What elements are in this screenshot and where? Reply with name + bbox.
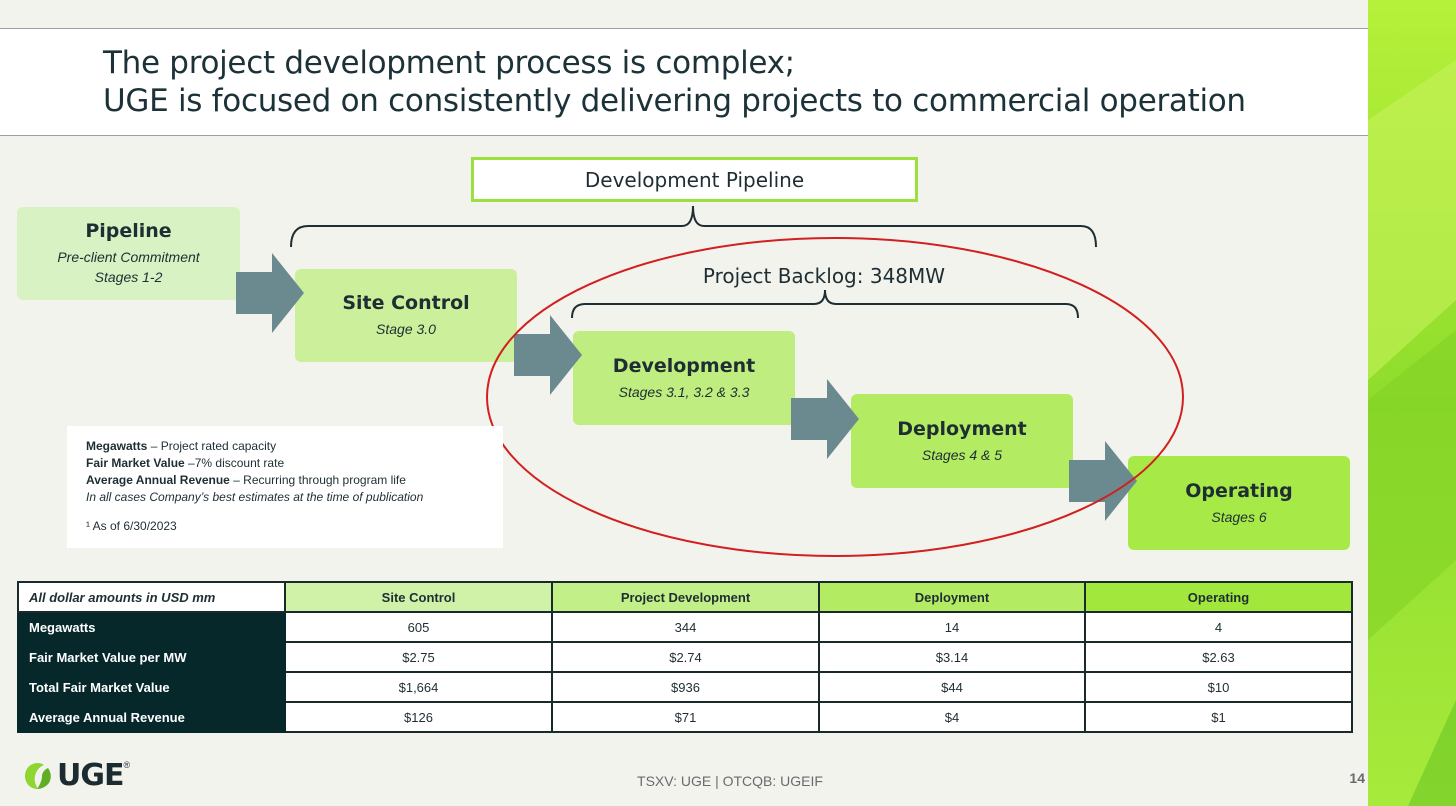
- slide-title-line-1: The project development process is compl…: [103, 45, 795, 81]
- table-cell: 4: [1084, 611, 1353, 643]
- logo-wordmark: UGE: [57, 758, 124, 793]
- table-cell: $2.75: [284, 641, 553, 673]
- development-pipeline-bracket: [290, 205, 1097, 248]
- stage-name: Site Control: [342, 292, 470, 314]
- development-pipeline-header: Development Pipeline: [471, 157, 918, 202]
- project-backlog-label: Project Backlog: 348MW: [702, 264, 946, 288]
- legend-desc: –7% discount rate: [184, 456, 285, 470]
- column-header: Site Control: [284, 581, 553, 613]
- flow-arrow-icon: [514, 315, 582, 395]
- legend-fair-market-value: Fair Market Value –7% discount rate: [86, 455, 503, 472]
- definitions-legend: Megawatts – Project rated capacity Fair …: [67, 426, 503, 548]
- stage-subtitle-line: Pre-client Commitment: [57, 249, 200, 265]
- stage-box-site-control: Site Control Stage 3.0: [295, 269, 517, 362]
- stage-subtitle: Pre-client Commitment Stages 1-2: [57, 247, 199, 287]
- table-cell: 605: [284, 611, 553, 643]
- stage-name: Deployment: [897, 417, 1027, 440]
- row-header: Fair Market Value per MW: [17, 641, 286, 673]
- metrics-table: All dollar amounts in USD mm Site Contro…: [17, 581, 1353, 733]
- stage-subtitle: Stages 6: [1211, 508, 1267, 525]
- row-header: Megawatts: [17, 611, 286, 643]
- table-cell: $71: [551, 701, 820, 733]
- logo-registered-mark: ®: [123, 760, 131, 770]
- legend-note: In all cases Company’s best estimates at…: [86, 490, 424, 504]
- slide-title-line-2: UGE is focused on consistently deliverin…: [103, 83, 1246, 119]
- table-cell: $3.14: [818, 641, 1086, 673]
- legend-term: Fair Market Value: [86, 456, 185, 470]
- project-backlog-bracket: [571, 289, 1079, 319]
- table-cell: $1,664: [284, 671, 553, 703]
- leaf-logo-icon: [25, 762, 51, 789]
- table-row: Fair Market Value per MW $2.75 $2.74 $3.…: [17, 641, 1353, 673]
- stage-subtitle-line: Stages 1-2: [94, 269, 163, 285]
- column-header: Project Development: [551, 581, 820, 613]
- row-header: Total Fair Market Value: [17, 671, 286, 703]
- table-cell: 344: [551, 611, 820, 643]
- legend-average-annual-revenue: Average Annual Revenue – Recurring throu…: [86, 472, 503, 489]
- flow-arrow-icon: [236, 253, 304, 333]
- stage-box-operating: Operating Stages 6: [1128, 456, 1350, 550]
- legend-desc: – Project rated capacity: [147, 439, 277, 453]
- column-header: Deployment: [818, 581, 1086, 613]
- table-cell: $2.63: [1084, 641, 1353, 673]
- table-corner-cell: All dollar amounts in USD mm: [17, 581, 286, 613]
- table-cell: $126: [284, 701, 553, 733]
- footer-ticker: TSXV: UGE | OTCQB: UGEIF: [637, 773, 823, 789]
- stage-name: Development: [612, 354, 756, 377]
- table-row: Total Fair Market Value $1,664 $936 $44 …: [17, 671, 1353, 703]
- column-header: Operating: [1084, 581, 1353, 613]
- title-band: The project development process is compl…: [0, 28, 1368, 136]
- stage-name: Operating: [1185, 479, 1293, 502]
- flow-arrow-icon: [791, 379, 859, 459]
- table-cell: 14: [818, 611, 1086, 643]
- stage-box-pipeline: Pipeline Pre-client Commitment Stages 1-…: [17, 207, 240, 300]
- row-header: Average Annual Revenue: [17, 701, 286, 733]
- stage-box-deployment: Deployment Stages 4 & 5: [851, 394, 1073, 488]
- legend-footnote: ¹ As of 6/30/2023: [86, 519, 177, 533]
- stage-box-development: Development Stages 3.1, 3.2 & 3.3: [573, 331, 795, 425]
- stage-name: Pipeline: [85, 220, 172, 242]
- uge-logo: UGE ®: [22, 758, 130, 793]
- stage-subtitle: Stages 3.1, 3.2 & 3.3: [618, 383, 750, 400]
- table-row: Megawatts 605 344 14 4: [17, 611, 1353, 643]
- legend-term: Average Annual Revenue: [86, 473, 230, 487]
- decorative-side-strip: [1368, 0, 1456, 806]
- table-cell: $10: [1084, 671, 1353, 703]
- table-cell: $4: [818, 701, 1086, 733]
- legend-desc: – Recurring through program life: [229, 473, 406, 487]
- legend-megawatts: Megawatts – Project rated capacity: [86, 438, 503, 455]
- legend-term: Megawatts: [86, 439, 148, 453]
- page-number: 14: [1349, 770, 1365, 786]
- table-cell: $936: [551, 671, 820, 703]
- flow-arrow-icon: [1069, 441, 1137, 521]
- table-header-row: All dollar amounts in USD mm Site Contro…: [17, 581, 1353, 613]
- table-cell: $44: [818, 671, 1086, 703]
- stage-subtitle: Stages 4 & 5: [921, 446, 1003, 463]
- table-cell: $2.74: [551, 641, 820, 673]
- stage-subtitle: Stage 3.0: [376, 321, 436, 337]
- table-row: Average Annual Revenue $126 $71 $4 $1: [17, 701, 1353, 733]
- table-cell: $1: [1084, 701, 1353, 733]
